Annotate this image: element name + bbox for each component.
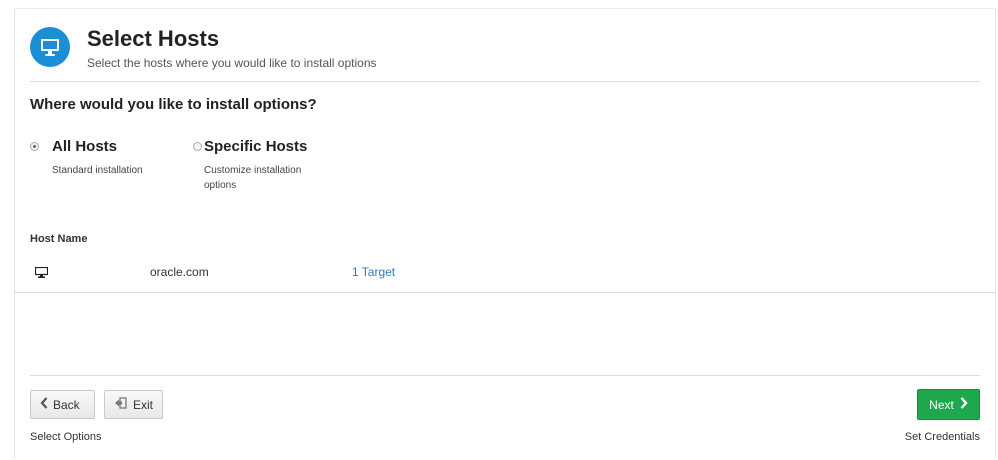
exit-icon [114, 397, 128, 412]
radio-specific-hosts[interactable] [193, 142, 202, 151]
next-button[interactable]: Next [917, 389, 980, 420]
chevron-right-icon [960, 397, 968, 412]
option-all-hosts-label[interactable]: All Hosts [52, 138, 117, 155]
host-name-cell: oracle.com [150, 265, 209, 279]
monitor-icon [34, 265, 49, 283]
next-step-label: Set Credentials [904, 431, 980, 443]
previous-step-label: Select Options [30, 431, 102, 443]
option-specific-hosts-label[interactable]: Specific Hosts [204, 138, 307, 155]
divider [30, 81, 980, 82]
radio-all-hosts[interactable] [30, 142, 39, 151]
install-question: Where would you like to install options? [30, 96, 317, 113]
next-button-label: Next [929, 397, 954, 412]
divider [30, 375, 980, 376]
back-button[interactable]: Back [30, 390, 95, 419]
divider [14, 292, 996, 293]
page-title: Select Hosts [87, 26, 220, 51]
option-all-hosts-description: Standard installation [52, 165, 143, 176]
option-specific-hosts-description-line2: options [204, 180, 237, 191]
targets-link[interactable]: 1 Target [352, 265, 395, 279]
page-subtitle: Select the hosts where you would like to… [87, 56, 377, 70]
back-button-label: Back [53, 397, 80, 412]
chevron-left-icon [40, 397, 48, 412]
exit-button-label: Exit [133, 397, 154, 412]
column-header-host-name: Host Name [30, 233, 88, 245]
option-specific-hosts-description-line1: Customize installation [204, 165, 302, 176]
monitor-icon [30, 27, 70, 67]
exit-button[interactable]: Exit [104, 390, 163, 419]
